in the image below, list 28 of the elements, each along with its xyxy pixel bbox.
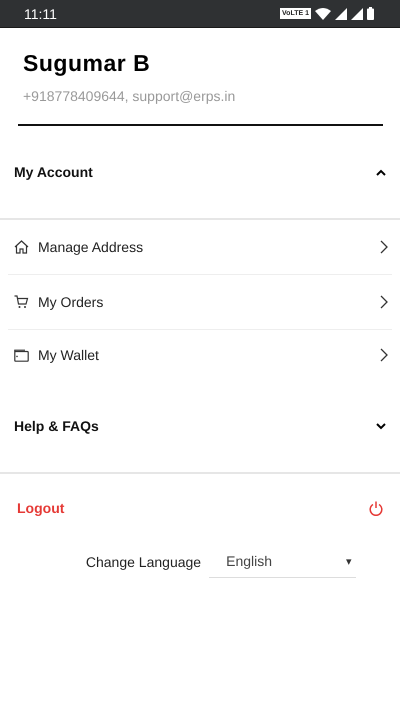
menu-item[interactable]: My Orders <box>8 275 392 330</box>
battery-icon <box>367 7 374 20</box>
section-header[interactable]: Help & FAQs <box>0 380 400 472</box>
section-header[interactable]: My Account <box>0 126 400 218</box>
language-dropdown[interactable]: English ▾ <box>209 545 356 578</box>
wifi-icon <box>315 8 331 20</box>
menu-item[interactable]: Manage Address <box>8 220 392 275</box>
power-icon <box>369 500 383 516</box>
item-label: My Orders <box>38 294 104 310</box>
home-icon <box>14 240 29 254</box>
user-contact: +918778409644, support@erps.in <box>23 88 236 104</box>
section-title: Help & FAQs <box>14 418 99 434</box>
status-time: 11:11 <box>24 6 57 22</box>
logout-label: Logout <box>17 500 64 516</box>
cart-icon <box>14 295 29 309</box>
language-label: Change Language <box>86 554 202 570</box>
item-label: My Wallet <box>38 347 100 363</box>
item-label: Manage Address <box>38 239 144 255</box>
signal-icon <box>335 8 347 20</box>
chevron-right-icon <box>380 348 388 362</box>
user-name: Sugumar B <box>23 50 152 77</box>
menu-item[interactable]: My Wallet <box>8 330 392 380</box>
signal-icon <box>351 8 363 20</box>
logout-button[interactable]: Logout <box>0 474 400 542</box>
section-title: My Account <box>14 164 93 180</box>
wallet-icon <box>14 348 29 362</box>
chevron-right-icon <box>380 240 388 254</box>
chevron-right-icon <box>380 295 388 309</box>
